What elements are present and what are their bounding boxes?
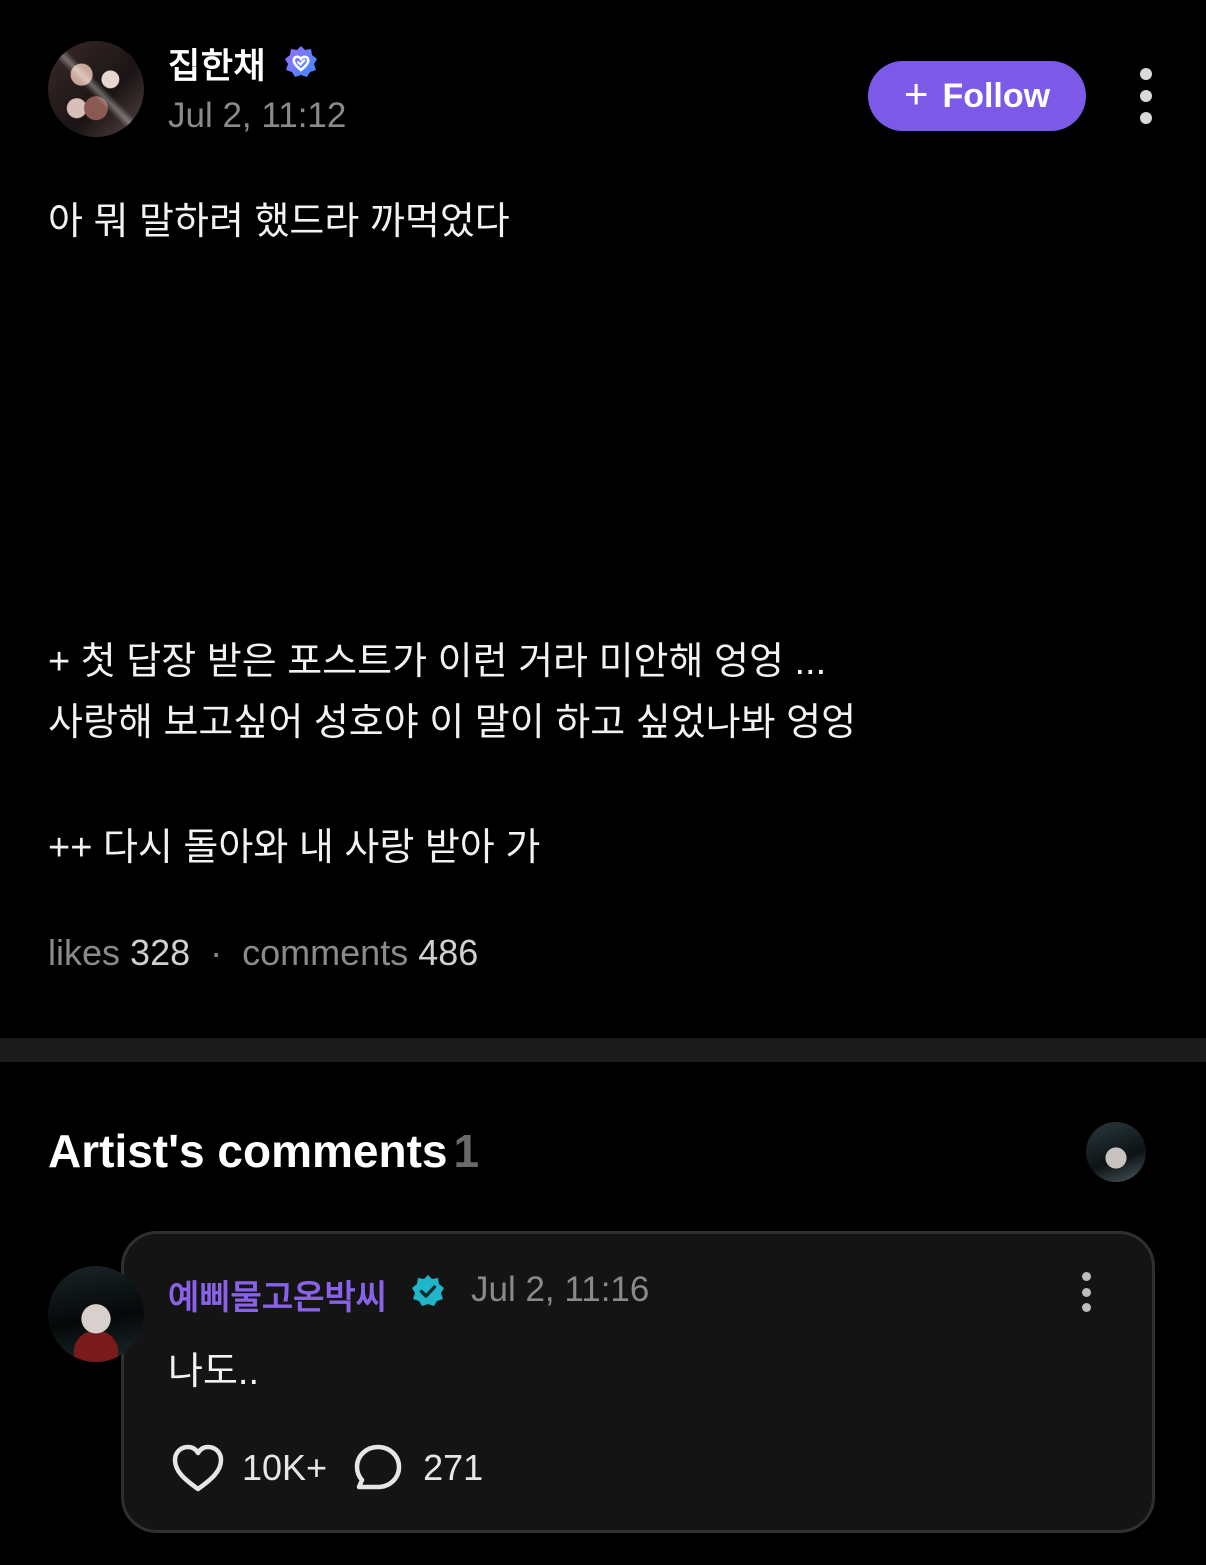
post-text-line: + 첫 답장 받은 포스트가 이런 거라 미안해 엉엉 ... [48,641,827,683]
artist-comments-label: Artist's comments [48,1125,448,1177]
heart-icon [172,1444,224,1492]
follow-button[interactable]: + Follow [868,61,1086,131]
post-timestamp: Jul 2, 11:12 [168,96,347,135]
comment-text: 나도.. [168,1351,260,1393]
follow-label: Follow [942,76,1051,115]
reply-count: 271 [423,1447,484,1488]
comments-count[interactable]: 486 [418,932,478,973]
artist-avatar-small[interactable] [1086,1122,1146,1182]
stats-separator: · [210,932,223,973]
post-header: 집한채 Jul 2, 11:12 + Follow [0,0,1206,170]
verified-check-icon [412,1275,444,1306]
post-text-line: 사랑해 보고싶어 성호야 이 말이 하고 싶었나봐 엉엉 [48,702,857,744]
comment-actions: 10K+ 271 [170,1442,483,1494]
reply-button[interactable]: 271 [353,1443,483,1493]
plus-icon: + [903,70,929,117]
comment-author-name[interactable]: 예삐물고온박씨 [168,1270,387,1319]
comments-label: comments [242,932,409,973]
post-text-line: ++ 다시 돌아와 내 사랑 받아 가 [48,827,541,869]
likes-count[interactable]: 328 [130,932,190,973]
commenter-avatar[interactable] [48,1266,144,1362]
comment-timestamp: Jul 2, 11:16 [471,1270,650,1309]
like-button[interactable]: 10K+ [170,1442,327,1494]
comment-more-options-icon[interactable] [1076,1272,1096,1312]
author-name[interactable]: 집한채 [168,38,266,89]
verified-badge-icon [285,46,317,77]
likes-label: likes [48,932,121,973]
author-avatar[interactable] [48,41,144,137]
like-count: 10K+ [242,1447,328,1488]
section-divider [0,1038,1206,1062]
speech-bubble-icon [354,1444,402,1490]
post-text-line: 아 뭐 말하려 했드라 까먹었다 [48,201,510,243]
artist-comments-count: 1 [453,1125,480,1177]
artist-comments-title: Artist's comments 1 [48,1124,479,1178]
post-stats: likes 328 · comments 486 [48,932,478,974]
more-options-icon[interactable] [1136,68,1156,124]
